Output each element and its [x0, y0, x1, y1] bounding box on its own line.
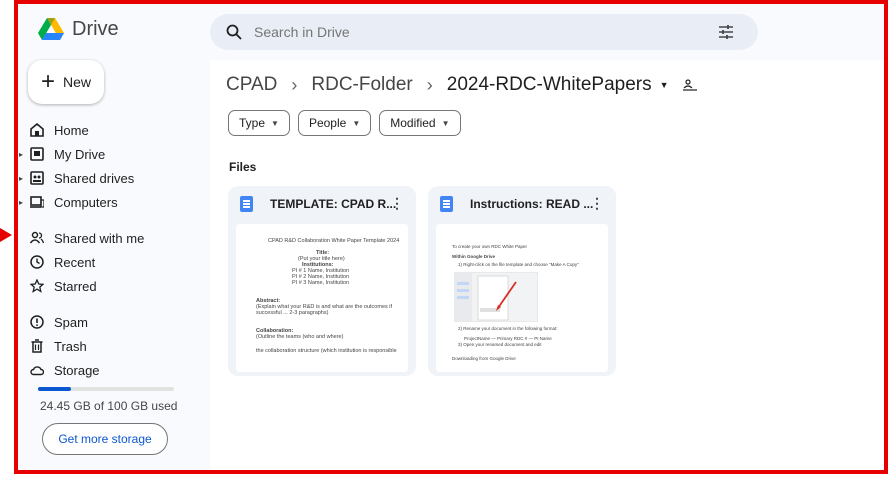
- storage-usage-fill: [38, 387, 72, 391]
- plus-icon: +: [40, 68, 55, 95]
- sidebar-item-label: Home: [54, 122, 89, 138]
- file-card-header: Instructions: READ ... ⋮: [428, 186, 616, 222]
- sidebar-item-computers[interactable]: ▸ Computers: [18, 190, 198, 214]
- preview-line: CPAD R&D Collaboration White Paper Templ…: [268, 238, 400, 244]
- chip-label: Modified: [390, 116, 436, 130]
- sidebar-item-label: Computers: [54, 194, 118, 210]
- sidebar-item-shared-drives[interactable]: ▸ Shared drives: [18, 166, 198, 190]
- preview-line: the collaboration structure (which insti…: [256, 348, 397, 354]
- sidebar-item-label: Shared drives: [54, 170, 135, 186]
- trash-icon: [31, 339, 43, 353]
- breadcrumb-item-cpad[interactable]: CPAD: [226, 74, 277, 96]
- sidebar-item-storage[interactable]: Storage: [18, 358, 198, 382]
- search-icon[interactable]: [226, 24, 242, 40]
- annotation-arrow: [0, 228, 12, 242]
- spam-icon: [30, 315, 44, 329]
- expand-caret-icon[interactable]: ▸: [19, 198, 23, 207]
- main-content: CPAD › RDC-Folder › 2024-RDC-WhitePapers…: [210, 60, 884, 470]
- sidebar-item-label: Storage: [54, 362, 100, 378]
- storage-usage-bar: [38, 387, 174, 391]
- expand-caret-icon[interactable]: ▸: [19, 150, 23, 159]
- star-icon: [30, 279, 44, 293]
- breadcrumb: CPAD › RDC-Folder › 2024-RDC-WhitePapers…: [226, 74, 697, 96]
- breadcrumb-separator: ›: [291, 74, 298, 95]
- new-button-label: New: [63, 74, 92, 90]
- sidebar-item-spam[interactable]: Spam: [18, 310, 198, 334]
- tune-icon[interactable]: [718, 24, 734, 40]
- sidebar-item-home[interactable]: Home: [18, 118, 198, 142]
- preview-line: successful ... 2-3 paragraphs): [256, 310, 329, 316]
- preview-line: PI # 3 Name, Institution: [292, 280, 350, 286]
- shared-drives-icon: [30, 171, 44, 185]
- preview-line: 2) Rename your document in the following…: [458, 326, 558, 331]
- file-card[interactable]: TEMPLATE: CPAD R... ⋮ CPAD R&D Collabora…: [228, 186, 416, 376]
- sidebar-item-shared-with-me[interactable]: Shared with me: [18, 226, 198, 250]
- app-name: Drive: [72, 18, 119, 40]
- google-docs-icon: [240, 196, 253, 212]
- preview-line: Within Google Drive: [452, 254, 495, 259]
- sidebar-item-label: Starred: [54, 278, 97, 294]
- filter-people-chip[interactable]: People ▼: [297, 110, 372, 136]
- chevron-down-icon: ▼: [352, 118, 361, 128]
- file-card[interactable]: Instructions: READ ... ⋮ To create your …: [428, 186, 616, 376]
- chevron-down-icon: ▼: [271, 118, 279, 128]
- home-icon: [30, 123, 44, 137]
- sidebar-item-label: Trash: [54, 338, 87, 354]
- filter-modified-chip[interactable]: Modified ▼: [379, 110, 461, 136]
- sidebar-nav: Home ▸ My Drive ▸ Shared drives ▸ Comput…: [18, 118, 198, 382]
- clock-icon: [30, 255, 44, 269]
- drive-window: Drive + New Home ▸: [14, 0, 888, 474]
- sidebar-item-label: Shared with me: [54, 230, 145, 246]
- sidebar-item-label: Spam: [54, 314, 88, 330]
- file-thumbnail[interactable]: To create your own RDC White Paper Withi…: [436, 224, 608, 372]
- people-icon: [30, 231, 44, 244]
- sidebar-item-my-drive[interactable]: ▸ My Drive: [18, 142, 198, 166]
- files-section-label: Files: [229, 160, 257, 174]
- file-card-header: TEMPLATE: CPAD R... ⋮: [228, 186, 416, 222]
- preview-line: (Outline the teams (who and where): [256, 334, 344, 340]
- google-docs-icon: [440, 196, 453, 212]
- cloud-icon: [30, 366, 44, 376]
- filter-chips: Type ▼ People ▼ Modified ▼: [228, 110, 461, 136]
- drive-logo[interactable]: Drive: [38, 18, 119, 41]
- expand-caret-icon[interactable]: ▸: [19, 174, 23, 183]
- more-options-icon[interactable]: ⋮: [390, 195, 404, 212]
- preview-line: 1) Right-click on the file template and …: [458, 262, 579, 267]
- sidebar-item-starred[interactable]: Starred: [18, 274, 198, 298]
- my-drive-icon: [30, 147, 44, 161]
- preview-line: 3) Open your renamed document and edit: [458, 342, 542, 347]
- filter-type-chip[interactable]: Type ▼: [228, 110, 290, 136]
- sidebar-item-label: My Drive: [54, 146, 106, 162]
- breadcrumb-current-folder[interactable]: 2024-RDC-WhitePapers: [447, 74, 652, 96]
- storage-usage-text: 24.45 GB of 100 GB used: [40, 399, 178, 413]
- chip-label: People: [308, 116, 347, 130]
- file-title[interactable]: Instructions: READ ...: [470, 197, 593, 211]
- shared-folder-icon[interactable]: [682, 79, 697, 91]
- file-thumbnail[interactable]: CPAD R&D Collaboration White Paper Templ…: [236, 224, 408, 372]
- new-button[interactable]: + New: [28, 60, 104, 104]
- drive-logo-icon: [38, 18, 64, 40]
- chip-label: Type: [239, 116, 266, 130]
- computers-icon: [30, 196, 44, 208]
- preview-line: Downloading from Google Drive: [452, 356, 516, 361]
- more-options-icon[interactable]: ⋮: [590, 195, 604, 212]
- sidebar-item-label: Recent: [54, 254, 96, 270]
- preview-line: To create your own RDC White Paper: [452, 244, 528, 249]
- breadcrumb-item-rdc-folder[interactable]: RDC-Folder: [311, 74, 412, 96]
- chevron-down-icon: ▼: [441, 118, 450, 128]
- folder-dropdown-icon[interactable]: ▼: [660, 80, 669, 90]
- file-title[interactable]: TEMPLATE: CPAD R...: [270, 197, 396, 211]
- preview-screenshot: [454, 272, 538, 322]
- preview-line: ProjectName — Primary RDC # — PI Name: [464, 336, 552, 341]
- get-more-storage-button[interactable]: Get more storage: [42, 423, 168, 455]
- search-bar[interactable]: [210, 14, 758, 50]
- sidebar-item-trash[interactable]: Trash: [18, 334, 198, 358]
- search-input[interactable]: [252, 23, 696, 41]
- sidebar-item-recent[interactable]: Recent: [18, 250, 198, 274]
- breadcrumb-separator: ›: [426, 74, 433, 95]
